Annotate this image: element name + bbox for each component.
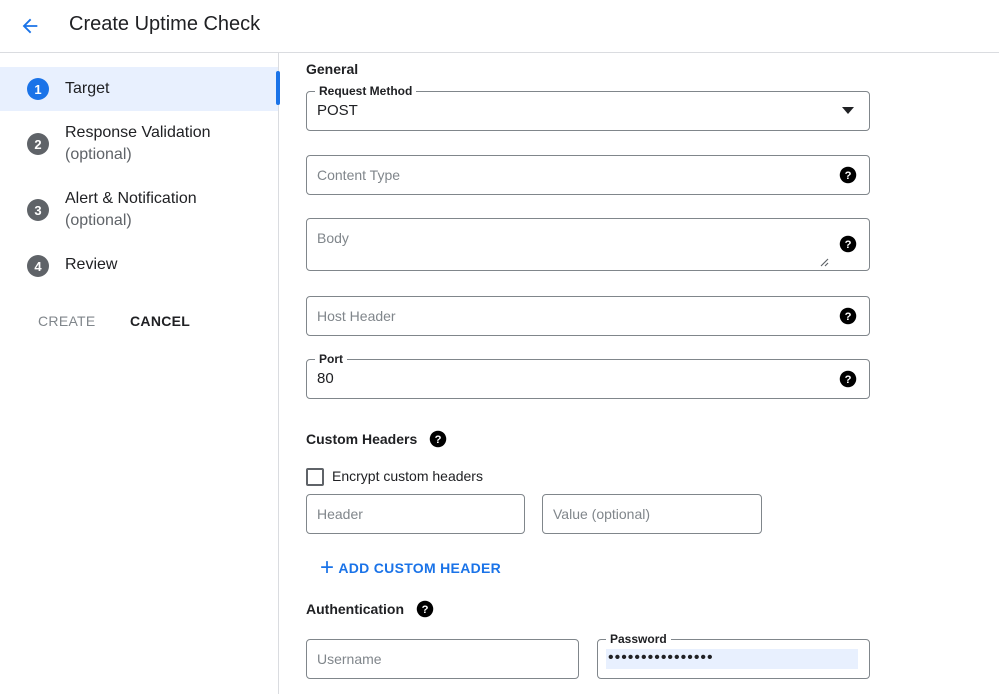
arrow-back-icon	[22, 18, 38, 34]
step-label: Review	[65, 256, 118, 273]
host-header-placeholder: Host Header	[317, 308, 396, 324]
active-step-indicator	[276, 71, 280, 105]
step-optional-label: (optional)	[65, 146, 132, 163]
plus-icon: +	[320, 554, 335, 581]
step-label: Response Validation	[65, 124, 211, 141]
cancel-button[interactable]: CANCEL	[130, 313, 190, 329]
password-label: Password	[606, 631, 671, 647]
help-icon[interactable]: ?	[839, 166, 857, 184]
value-placeholder: Value (optional)	[553, 506, 651, 522]
host-header-input[interactable]: Host Header ?	[306, 296, 870, 336]
request-method-value: POST	[317, 102, 358, 119]
password-value: ••••••••••••••••	[608, 649, 714, 666]
body-placeholder: Body	[317, 230, 349, 246]
content-type-input[interactable]: Content Type ?	[306, 155, 870, 195]
dropdown-arrow-icon	[842, 107, 854, 114]
app-header: Create Uptime Check	[0, 0, 999, 53]
help-icon[interactable]: ?	[429, 430, 447, 448]
step-label: Target	[65, 80, 110, 97]
request-method-select[interactable]: Request Method POST	[306, 83, 870, 131]
page-title: Create Uptime Check	[69, 13, 261, 35]
add-custom-header-button[interactable]: + ADD CUSTOM HEADER	[320, 556, 501, 580]
back-button[interactable]	[16, 12, 44, 40]
step-review[interactable]: 4 Review	[0, 253, 278, 279]
port-value: 80	[317, 370, 334, 387]
step-number-badge: 2	[27, 133, 49, 155]
svg-text:?: ?	[435, 434, 442, 446]
port-label: Port	[315, 351, 347, 367]
help-icon[interactable]: ?	[839, 235, 857, 253]
username-placeholder: Username	[317, 651, 382, 667]
step-response-validation[interactable]: 2 Response Validation (optional)	[0, 121, 278, 169]
header-placeholder: Header	[317, 506, 363, 522]
step-target[interactable]: 1 Target	[0, 67, 280, 111]
svg-text:?: ?	[845, 374, 852, 386]
encrypt-headers-checkbox[interactable]	[306, 468, 324, 486]
request-method-label: Request Method	[315, 83, 417, 99]
stepper-sidebar: 1 Target 2 Response Validation (optional…	[0, 53, 280, 694]
step-number-badge: 4	[27, 255, 49, 277]
step-optional-label: (optional)	[65, 212, 132, 229]
custom-headers-title: Custom Headers	[306, 431, 418, 447]
username-input[interactable]: Username	[306, 639, 579, 679]
authentication-title: Authentication	[306, 601, 404, 617]
header-name-input[interactable]: Header	[306, 494, 525, 534]
help-icon[interactable]: ?	[839, 307, 857, 325]
step-label: Alert & Notification	[65, 190, 197, 207]
add-custom-header-label: ADD CUSTOM HEADER	[338, 560, 502, 576]
help-icon[interactable]: ?	[839, 370, 857, 388]
step-number-badge: 3	[27, 199, 49, 221]
password-input[interactable]: Password ••••••••••••••••	[597, 631, 870, 679]
help-icon[interactable]: ?	[416, 600, 434, 618]
resize-handle-icon[interactable]	[819, 257, 829, 267]
create-button[interactable]: CREATE	[38, 313, 96, 329]
encrypt-headers-label: Encrypt custom headers	[332, 468, 483, 484]
header-value-input[interactable]: Value (optional)	[542, 494, 762, 534]
svg-text:?: ?	[845, 239, 852, 251]
body-textarea[interactable]: Body ?	[306, 218, 870, 271]
general-section-title: General	[306, 61, 359, 77]
svg-text:?: ?	[845, 311, 852, 323]
svg-text:?: ?	[422, 604, 429, 616]
content-type-placeholder: Content Type	[317, 167, 401, 183]
port-input[interactable]: Port 80 ?	[306, 351, 870, 399]
svg-text:?: ?	[845, 170, 852, 182]
step-alert-notification[interactable]: 3 Alert & Notification (optional)	[0, 187, 278, 235]
step-number-badge: 1	[27, 78, 49, 100]
